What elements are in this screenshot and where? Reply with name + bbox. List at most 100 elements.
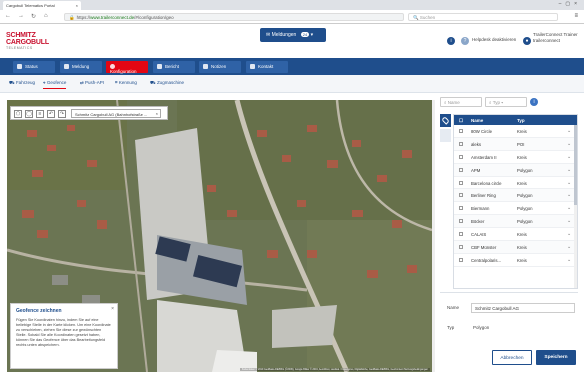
list-item[interactable]: CBF Münster Kreis ⌄: [454, 241, 577, 254]
list-item[interactable]: aleks POI ⌄: [454, 137, 577, 151]
chevron-down-icon[interactable]: ⌄: [567, 128, 571, 134]
chevron-down-icon[interactable]: ⌄: [567, 192, 571, 198]
map-attribution[interactable]: Kartendaten © 2019 GeoBasis-DE/BKG (©200…: [239, 368, 430, 371]
list-item[interactable]: Biermann Polygon ⌄: [454, 202, 577, 216]
list-item[interactable]: Amsterdam II Kreis ⌄: [454, 150, 577, 164]
chevron-down-icon[interactable]: ⌄: [567, 154, 571, 160]
draw-circle-icon[interactable]: ◯: [25, 110, 33, 118]
row-checkbox[interactable]: [459, 129, 463, 133]
gear-icon: [110, 64, 115, 69]
reload-icon[interactable]: ↻: [31, 13, 36, 20]
logo-text-3: TELEMATICS: [6, 46, 33, 50]
subnav-kennung[interactable]: ⌗ Kennung: [115, 80, 137, 85]
list-item[interactable]: Berliner Ring Polygon ⌄: [454, 189, 577, 203]
chevron-down-icon[interactable]: ⌄: [567, 257, 571, 263]
row-checkbox[interactable]: [459, 232, 463, 237]
list-item[interactable]: Centralpolaris... Kreis ⌄: [454, 253, 577, 267]
logo-text-1: SCHMITZ: [6, 32, 36, 39]
info-icon[interactable]: i: [530, 98, 538, 106]
subnav-zugmaschine[interactable]: ⛟ Zugmaschine: [150, 80, 184, 87]
subnav-label: Geofence: [46, 80, 67, 85]
url-bar[interactable]: 🔒 https://www.trailerconnect.de/#/configu…: [64, 13, 404, 21]
notes-icon: [203, 64, 208, 69]
window-controls[interactable]: –▢×: [559, 1, 581, 7]
chevron-down-icon[interactable]: ⌄: [567, 218, 571, 224]
close-icon[interactable]: ×: [111, 306, 114, 312]
redo-icon[interactable]: ↷: [58, 110, 66, 118]
user-icon[interactable]: ●: [523, 37, 531, 45]
row-type: Polygon: [517, 167, 533, 173]
hamburger-menu-icon[interactable]: ≡: [574, 13, 578, 19]
info-icon[interactable]: i: [447, 37, 455, 45]
cancel-button[interactable]: Abbrechen: [492, 350, 532, 365]
draw-route-icon[interactable]: ≡: [36, 110, 44, 118]
user-info[interactable]: TrailerConnect Trainer trailerconnect: [533, 32, 578, 44]
type-filter-select[interactable]: ⌕ Typ ▾: [485, 97, 527, 107]
row-checkbox[interactable]: [459, 193, 463, 198]
nav-kontakt[interactable]: Kontakt: [246, 61, 288, 73]
company-logo[interactable]: SCHMITZ CARGOBULL TELEMATICS: [6, 32, 50, 52]
nav-notizen[interactable]: Notizen: [199, 61, 241, 73]
app-header: SCHMITZ CARGOBULL TELEMATICS ✉ Meldungen…: [0, 24, 584, 58]
undo-icon[interactable]: ↶: [47, 110, 55, 118]
list-tab[interactable]: [440, 129, 451, 142]
save-button[interactable]: Speichern: [536, 350, 576, 365]
chevron-down-icon[interactable]: ⌄: [567, 231, 571, 237]
nav-konfiguration[interactable]: Konfiguration: [106, 61, 148, 74]
type-filter-placeholder: Typ: [492, 100, 500, 105]
list-item[interactable]: APM Polygon ⌄: [454, 163, 577, 177]
row-name: Biermann: [471, 206, 490, 212]
chevron-down-icon[interactable]: ⌄: [567, 141, 571, 147]
chevron-down-icon[interactable]: ⌄: [567, 244, 571, 250]
row-checkbox[interactable]: [459, 180, 463, 185]
row-checkbox[interactable]: [459, 206, 463, 211]
subnav-push-api[interactable]: ⇄ Push-API: [80, 80, 104, 86]
select-all-checkbox[interactable]: ☐: [459, 118, 463, 124]
chevron-down-icon[interactable]: ⌄: [567, 167, 571, 173]
chevron-down-icon[interactable]: ⌄: [567, 180, 571, 186]
row-name: Amsterdam II: [471, 154, 497, 160]
list-item[interactable]: CALAIS Kreis ⌄: [454, 228, 577, 242]
subnav-fahrzeug[interactable]: ⛟ Fahrzeug: [9, 80, 35, 87]
row-checkbox[interactable]: [459, 167, 463, 172]
subnav-geofence[interactable]: ⌖ Geofence: [43, 80, 67, 89]
geofence-name-input[interactable]: Schmitz Cargobull AG: [471, 303, 575, 313]
forward-icon[interactable]: →: [18, 13, 24, 19]
nav-bericht[interactable]: Bericht: [153, 61, 195, 73]
column-type-header[interactable]: Typ: [517, 118, 525, 123]
scrollbar-thumb[interactable]: [574, 125, 577, 205]
row-checkbox[interactable]: [459, 141, 463, 146]
map-search-input[interactable]: Schmitz Cargobull AG (Bahnhofstraße ... …: [71, 109, 161, 118]
name-filter-input[interactable]: ⌕ Name: [440, 97, 482, 107]
list-scrollbar[interactable]: [574, 125, 577, 288]
back-icon[interactable]: ←: [5, 13, 11, 19]
row-checkbox[interactable]: [459, 257, 463, 262]
row-checkbox[interactable]: [459, 245, 463, 250]
list-item[interactable]: 80W Circle Kreis ⌄: [454, 125, 577, 138]
helpdesk-toggle[interactable]: Helpdesk deaktivieren: [472, 37, 516, 42]
nav-status[interactable]: Status: [13, 61, 55, 73]
draw-polygon-icon[interactable]: ⬠: [14, 110, 22, 118]
row-type: Polygon: [517, 206, 533, 212]
browser-tab[interactable]: Cargobull Telematics Portal ×: [3, 1, 81, 10]
column-name-header[interactable]: Name: [471, 118, 483, 123]
list-item[interactable]: Barcelona circle Kreis ⌄: [454, 176, 577, 190]
notifications-button[interactable]: ✉ Meldungen 24 ▾: [260, 28, 326, 42]
list-header: ☐ Name Typ: [454, 115, 577, 125]
chevron-down-icon[interactable]: ⌄: [567, 205, 571, 211]
browser-search-input[interactable]: 🔍 Suchen: [408, 13, 558, 21]
geofence-tab[interactable]: [440, 114, 451, 127]
home-icon[interactable]: ⌂: [44, 13, 48, 19]
clear-search-icon[interactable]: ×: [156, 111, 158, 116]
row-checkbox[interactable]: [459, 219, 463, 224]
search-icon: 🔍: [413, 15, 419, 20]
nav-meldung[interactable]: Meldung: [60, 61, 102, 73]
geofence-help-box: × Geofence zeichnen Fügen Sie Koordinate…: [10, 303, 118, 369]
row-name: CALAIS: [471, 232, 487, 238]
close-tab-icon[interactable]: ×: [76, 3, 78, 8]
panel-side-tabs: [440, 114, 451, 148]
list-item[interactable]: Böcker Polygon ⌄: [454, 215, 577, 229]
row-checkbox[interactable]: [459, 154, 463, 159]
satellite-map[interactable]: ⬠ ◯ ≡ ↶ ↷ Schmitz Cargobull AG (Bahnhofs…: [7, 100, 432, 372]
helpdesk-icon[interactable]: ?: [461, 37, 469, 45]
